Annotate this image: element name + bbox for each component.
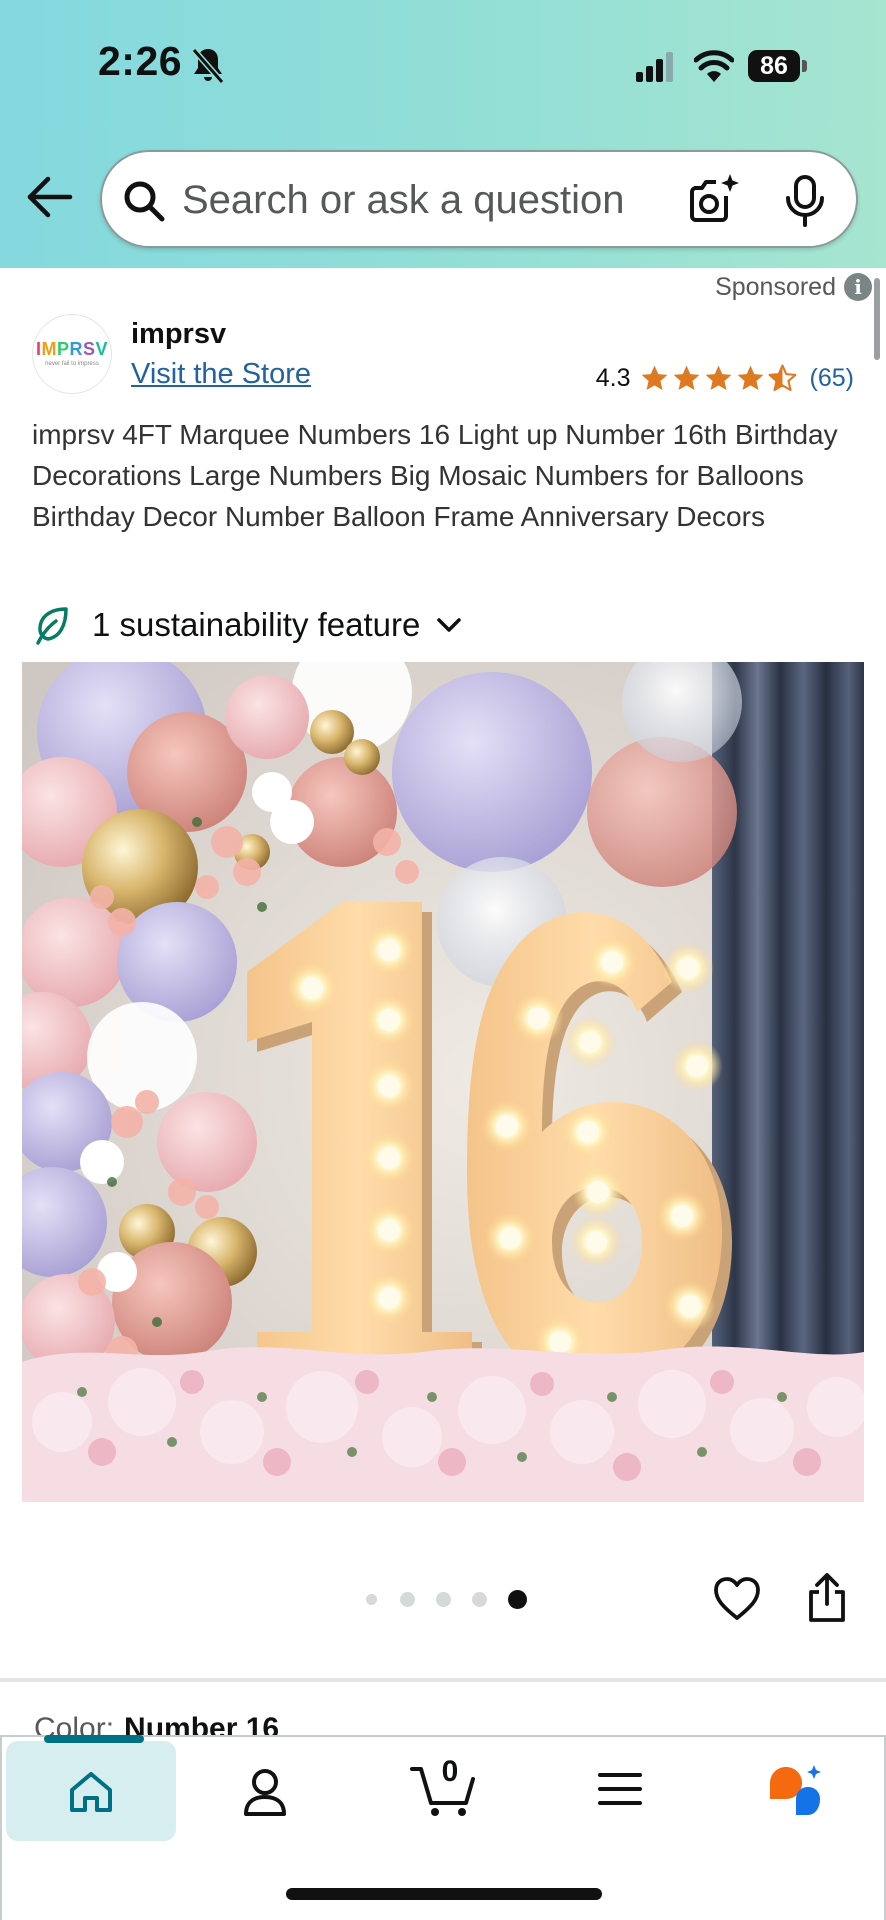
star-icon [737, 365, 763, 390]
sponsored-label: Sponsored [715, 272, 836, 301]
carousel-dot[interactable] [400, 1592, 415, 1607]
star-icon [705, 365, 731, 390]
profile-icon[interactable] [242, 1767, 288, 1817]
sustainability-label: 1 sustainability feature [92, 606, 421, 643]
active-tab-indicator [44, 1735, 144, 1743]
brand-logo[interactable]: IMPRSV never fail to impress [32, 314, 112, 394]
search-input[interactable] [182, 172, 672, 228]
brand-logo-tagline: never fail to impress [45, 361, 99, 367]
leaf-icon [36, 607, 68, 645]
brand-name: imprsv [131, 318, 227, 350]
nav-cart[interactable]: 0 [410, 1755, 476, 1817]
rating-count[interactable]: (65) [810, 364, 854, 393]
carousel-dot[interactable] [472, 1592, 487, 1607]
product-image[interactable] [22, 662, 864, 1502]
star-icon [673, 365, 699, 390]
nav-home[interactable] [6, 1735, 176, 1841]
signal-icon [636, 52, 673, 82]
rating-row[interactable]: 4.3 (65) [596, 361, 854, 395]
status-time: 2:26 [98, 38, 183, 84]
star-icon [641, 365, 667, 390]
rating-value: 4.3 [595, 363, 631, 392]
cart-count: 0 [441, 1755, 459, 1788]
menu-icon[interactable] [598, 1771, 642, 1807]
battery-tip [802, 60, 807, 72]
battery-indicator: 86 [748, 50, 807, 82]
star-rating [639, 363, 798, 394]
chevron-down-icon [437, 618, 462, 632]
sustainability-toggle[interactable]: 1 sustainability feature [32, 600, 464, 650]
app-header: 2:26 86 [0, 0, 886, 268]
info-icon[interactable]: i [844, 273, 872, 301]
carousel-dot-active[interactable] [508, 1590, 527, 1609]
section-divider [0, 1678, 886, 1682]
share-icon[interactable] [804, 1572, 850, 1624]
carousel-dot[interactable] [366, 1594, 377, 1605]
home-indicator [286, 1888, 602, 1900]
rufus-icon[interactable] [766, 1763, 824, 1819]
brand-logo-text: IMPRSV [35, 339, 109, 359]
back-arrow-icon[interactable] [24, 172, 74, 222]
product-photo [22, 662, 864, 1502]
product-title: imprsv 4FT Marquee Numbers 16 Light up N… [32, 419, 838, 532]
bell-slash-icon [191, 48, 225, 84]
heart-icon[interactable] [712, 1574, 762, 1624]
scrollbar[interactable] [874, 278, 880, 360]
carousel-dot[interactable] [436, 1592, 451, 1607]
visit-store-link[interactable]: Visit the Store [131, 358, 311, 391]
search-bar[interactable] [100, 150, 858, 248]
search-icon [124, 181, 165, 222]
wifi-icon [694, 50, 734, 82]
battery-level: 86 [748, 50, 800, 82]
mic-icon[interactable] [782, 174, 828, 228]
image-carousel-dots[interactable] [364, 1590, 527, 1609]
home-icon [70, 1772, 112, 1812]
star-half-icon [768, 364, 796, 391]
sponsored-row[interactable]: Sponsored i [715, 270, 872, 304]
camera-icon[interactable] [686, 172, 740, 226]
